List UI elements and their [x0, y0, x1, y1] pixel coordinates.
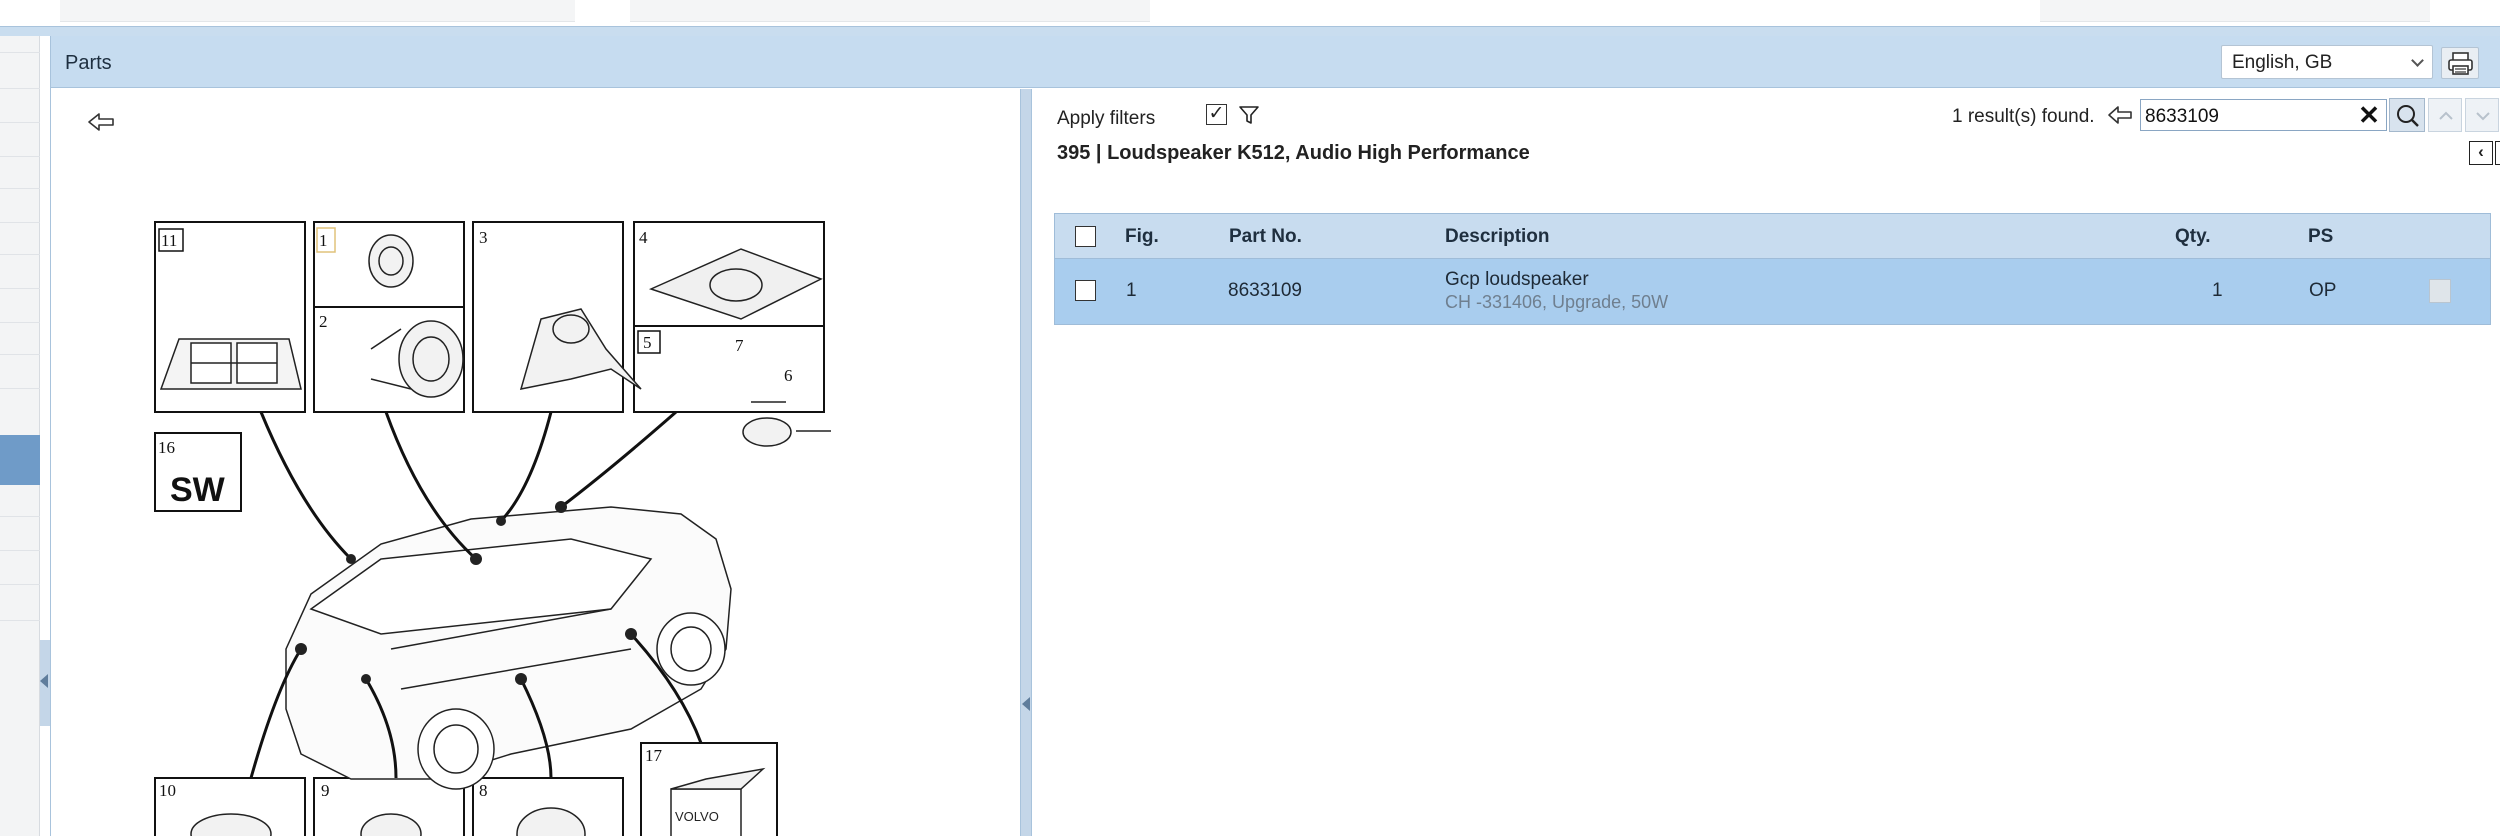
previous-result-button[interactable] — [2428, 98, 2462, 132]
column-header-part-no[interactable]: Part No. — [1229, 226, 1302, 248]
column-header-fig[interactable]: Fig. — [1125, 226, 1159, 248]
left-nav-rail — [0, 36, 40, 836]
callout-4: 4 — [639, 228, 648, 247]
callout-16: 16 — [158, 438, 175, 457]
row-description: Gcp loudspeaker — [1445, 269, 1589, 290]
apply-filters-label: Apply filters — [1057, 108, 1156, 129]
funnel-icon[interactable] — [1238, 104, 1260, 126]
app-root: Parts English, GB 11 1 2 3 4 5 7 6 16 10… — [0, 0, 2500, 836]
row-description-detail: CH -331406, Upgrade, 50W — [1445, 292, 1669, 312]
pane-splitter[interactable] — [1020, 89, 1032, 836]
print-button[interactable] — [2441, 47, 2479, 79]
row-fig: 1 — [1126, 280, 1137, 301]
parts-table: Fig. Part No. Description Qty. PS 1 8633… — [1054, 213, 2491, 325]
select-all-checkbox[interactable] — [1075, 226, 1096, 247]
table-row[interactable]: 1 8633109 Gcp loudspeaker CH -331406, Up… — [1054, 259, 2491, 325]
sw-label: SW — [170, 471, 226, 509]
row-ps: OP — [2309, 280, 2337, 301]
top-toolbar-field[interactable] — [2040, 0, 2430, 22]
back-arrow-icon[interactable] — [2107, 103, 2135, 127]
row-qty: 1 — [2212, 280, 2223, 301]
rail-collapse-handle[interactable] — [40, 640, 50, 726]
pager-prev-button[interactable]: ‹ — [2469, 141, 2493, 165]
top-divider — [0, 26, 2500, 36]
callout-17: 17 — [645, 746, 663, 765]
next-result-button[interactable] — [2465, 98, 2499, 132]
callout-8: 8 — [479, 781, 488, 800]
callout-5: 5 — [643, 333, 652, 352]
top-toolbar-strip — [0, 0, 2500, 28]
callout-9: 9 — [321, 781, 330, 800]
row-checkbox[interactable] — [1075, 280, 1096, 301]
panel-header: Parts English, GB — [51, 36, 2500, 88]
row-part-no: 8633109 — [1228, 280, 1302, 301]
parts-diagram: 11 1 2 3 4 5 7 6 16 10 9 8 17 SW VOLVO — [154, 221, 831, 836]
note-icon[interactable] — [2429, 279, 2451, 303]
callout-10: 10 — [159, 781, 176, 800]
diagram-box-4-5[interactable] — [633, 221, 825, 413]
parts-panel: Parts English, GB 11 1 2 3 4 5 7 6 16 10… — [50, 36, 2500, 836]
callout-6: 6 — [784, 366, 793, 385]
printer-icon — [2448, 52, 2473, 75]
callout-2: 2 — [319, 312, 328, 331]
column-header-description[interactable]: Description — [1445, 226, 1550, 248]
column-header-qty[interactable]: Qty. — [2175, 226, 2211, 248]
apply-filters-checkbox[interactable]: ✓ — [1206, 104, 1227, 125]
chevron-down-icon — [2476, 112, 2490, 121]
exploded-diagram-pane: 11 1 2 3 4 5 7 6 16 10 9 8 17 SW VOLVO — [51, 89, 1020, 836]
nav-rail-item-active[interactable] — [0, 435, 40, 485]
callout-7: 7 — [735, 336, 744, 355]
clear-icon[interactable]: ✕ — [2354, 101, 2384, 129]
callout-11: 11 — [161, 231, 177, 250]
search-button[interactable] — [2389, 98, 2425, 132]
parts-list-pane: Apply filters ✓ 1 result(s) found. 86331… — [1032, 89, 2500, 836]
section-title: 395 | Loudspeaker K512, Audio High Perfo… — [1057, 142, 1530, 164]
language-select[interactable]: English, GB — [2221, 45, 2433, 79]
column-header-ps[interactable]: PS — [2308, 226, 2333, 248]
top-toolbar-field[interactable] — [60, 0, 575, 22]
search-icon — [2397, 105, 2419, 127]
callout-3: 3 — [479, 228, 488, 247]
language-selected: English, GB — [2232, 52, 2333, 73]
pager-next-button[interactable]: › — [2495, 141, 2500, 165]
collapse-left-icon — [40, 674, 48, 688]
panel-title: Parts — [65, 52, 112, 74]
result-count: 1 result(s) found. — [1952, 106, 2095, 127]
collapse-left-icon — [1022, 697, 1030, 711]
section-pager: ‹› — [2469, 141, 2500, 167]
table-header: Fig. Part No. Description Qty. PS — [1054, 213, 2491, 259]
callout-1: 1 — [319, 231, 328, 250]
chevron-up-icon — [2439, 111, 2453, 120]
search-input[interactable]: 8633109 — [2140, 99, 2387, 131]
box-brand-label: VOLVO — [675, 809, 719, 824]
top-toolbar-field[interactable] — [630, 0, 1150, 22]
chevron-down-icon — [2411, 54, 2424, 67]
